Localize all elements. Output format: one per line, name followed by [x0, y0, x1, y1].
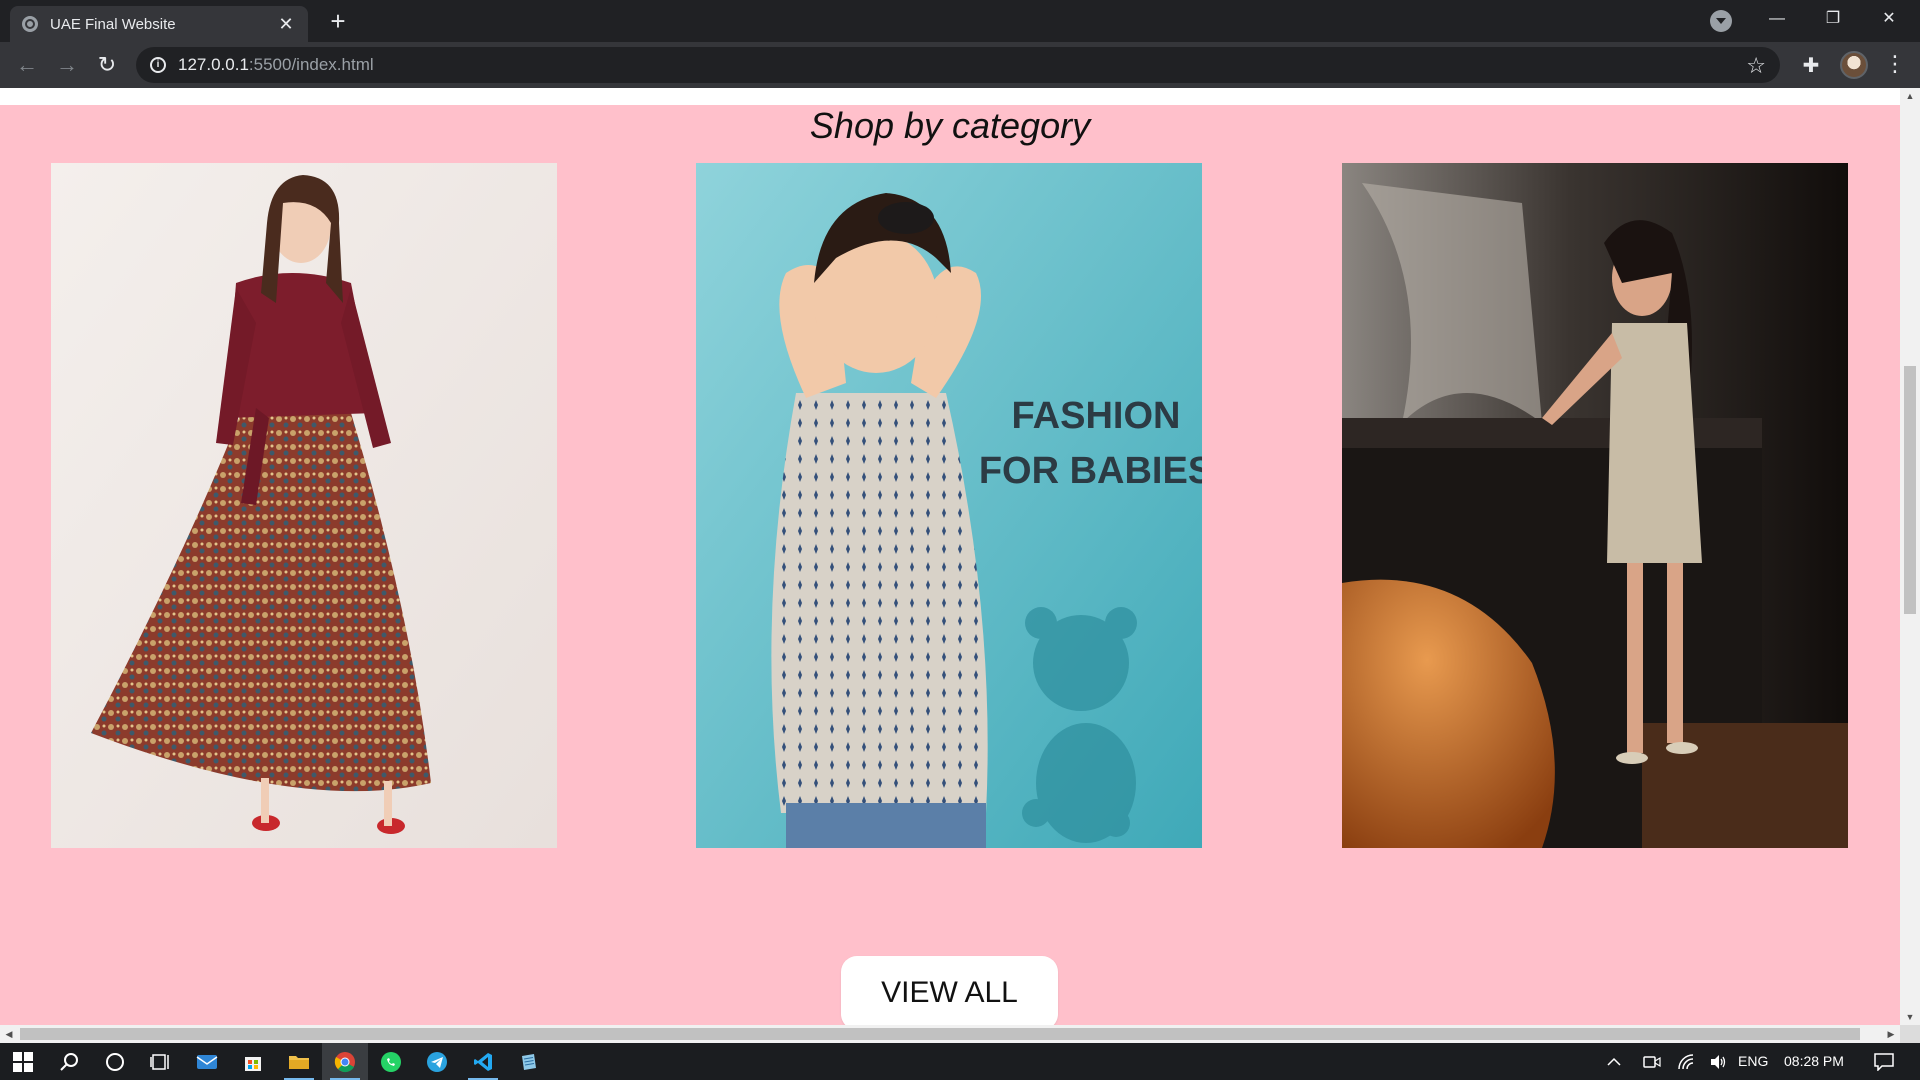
scroll-down-arrow-icon[interactable]: ▼	[1900, 1009, 1920, 1025]
close-window-button[interactable]: ✕	[1866, 0, 1912, 40]
page-viewport: Shop by category FASHION FOR BABIES VIEW…	[0, 88, 1920, 1043]
notepad-icon[interactable]	[506, 1043, 552, 1080]
horizontal-scroll-thumb[interactable]	[20, 1028, 1860, 1040]
scroll-right-arrow-icon[interactable]: ▶	[1882, 1025, 1900, 1043]
women-dress-photo	[51, 163, 557, 848]
clock-time[interactable]: 08:28 PM	[1784, 1043, 1844, 1080]
browser-toolbar: ← → ↻ i 127.0.0.1:5500/index.html ☆	[0, 42, 1920, 88]
scroll-left-arrow-icon[interactable]: ◀	[0, 1025, 18, 1043]
page-content: Shop by category FASHION FOR BABIES VIEW…	[0, 88, 1900, 1030]
notification-center-icon[interactable]	[1864, 1043, 1904, 1080]
meet-now-icon[interactable]	[1638, 1043, 1666, 1080]
category-card-babies[interactable]: FASHION FOR BABIES	[696, 163, 1202, 848]
horizontal-scrollbar[interactable]: ◀ ▶	[0, 1025, 1900, 1043]
store-icon[interactable]	[230, 1043, 276, 1080]
url-host: 127.0.0.1	[178, 55, 249, 74]
task-view-icon[interactable]	[138, 1043, 184, 1080]
category-card-party[interactable]	[1342, 163, 1848, 848]
site-info-icon[interactable]: i	[150, 57, 166, 73]
bookmark-star-icon[interactable]: ☆	[1746, 53, 1766, 79]
vertical-scrollbar[interactable]: ▲ ▼	[1900, 88, 1920, 1025]
back-icon[interactable]: ←	[12, 50, 42, 80]
vscode-icon[interactable]	[460, 1043, 506, 1080]
forward-icon[interactable]: →	[52, 50, 82, 80]
close-tab-icon[interactable]: ✕	[276, 14, 296, 35]
vertical-scroll-thumb[interactable]	[1904, 366, 1916, 614]
browser-tab[interactable]: UAE Final Website ✕	[10, 6, 308, 42]
address-bar[interactable]: i 127.0.0.1:5500/index.html ☆	[136, 47, 1780, 83]
whatsapp-icon[interactable]	[368, 1043, 414, 1080]
windows-taskbar: ENG 08:28 PM	[0, 1043, 1920, 1080]
volume-icon[interactable]	[1704, 1043, 1732, 1080]
url-path: :5500/index.html	[248, 55, 374, 74]
language-indicator[interactable]: ENG	[1738, 1043, 1768, 1080]
scrollbar-corner	[1900, 1025, 1920, 1043]
wifi-icon[interactable]	[1672, 1043, 1700, 1080]
windows-start-icon[interactable]	[0, 1043, 46, 1080]
section-title: Shop by category	[809, 105, 1091, 146]
profile-avatar[interactable]	[1840, 51, 1868, 79]
scroll-up-arrow-icon[interactable]: ▲	[1900, 88, 1920, 104]
show-hidden-icons-chevron-icon[interactable]	[1602, 1043, 1626, 1080]
fashion-overlay-line2: FOR BABIES	[979, 450, 1202, 492]
restore-button[interactable]: ❐	[1810, 0, 1856, 40]
minimize-button[interactable]: —	[1754, 0, 1800, 40]
party-dress-photo	[1342, 163, 1848, 848]
category-card-women[interactable]	[51, 163, 557, 848]
file-explorer-icon[interactable]	[276, 1043, 322, 1080]
fashion-overlay-line1: FASHION	[1012, 395, 1181, 437]
page-top-strip	[0, 88, 1900, 105]
chrome-icon[interactable]	[322, 1043, 368, 1080]
tab-search-icon[interactable]	[1710, 10, 1732, 32]
cortana-icon[interactable]	[92, 1043, 138, 1080]
globe-icon	[22, 16, 38, 32]
mail-icon[interactable]	[184, 1043, 230, 1080]
view-all-button[interactable]: VIEW ALL	[841, 956, 1058, 1030]
tab-title: UAE Final Website	[50, 15, 176, 33]
search-icon[interactable]	[46, 1043, 92, 1080]
telegram-icon[interactable]	[414, 1043, 460, 1080]
shop-by-category-section: Shop by category FASHION FOR BABIES VIEW…	[0, 105, 1900, 1030]
browser-menu-icon[interactable]: ⋮	[1884, 50, 1906, 78]
extensions-puzzle-icon[interactable]: ✚	[1800, 53, 1822, 77]
browser-tab-bar: UAE Final Website ✕ + — ❐ ✕	[0, 0, 1920, 42]
baby-fashion-photo: FASHION FOR BABIES	[696, 163, 1202, 848]
new-tab-button[interactable]: +	[322, 6, 354, 38]
reload-icon[interactable]: ↻	[92, 50, 122, 80]
